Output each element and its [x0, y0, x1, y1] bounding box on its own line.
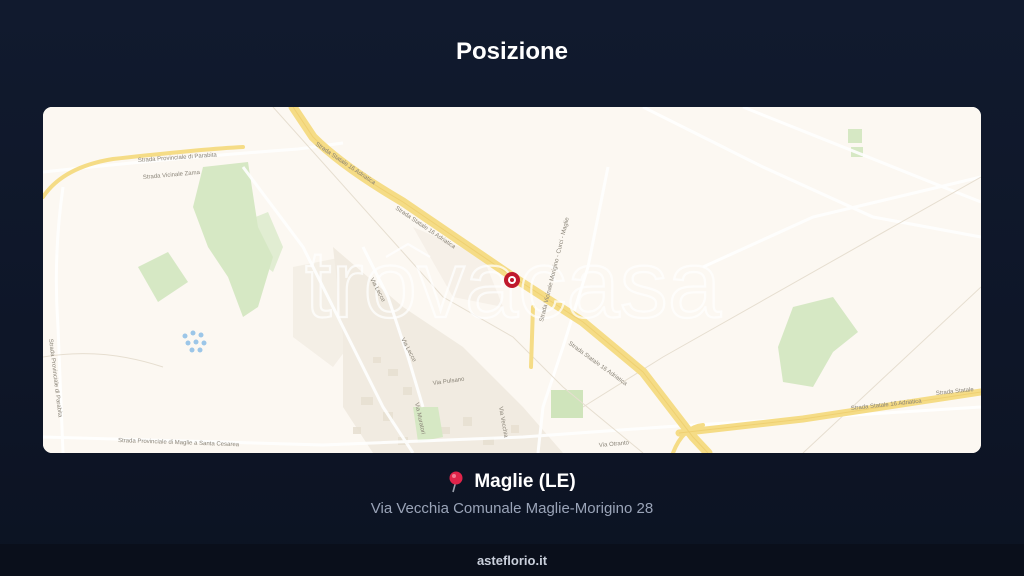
page-title: Posizione	[455, 38, 569, 65]
map-view[interactable]: trovacasa Strada Provinciale di Parabita…	[43, 107, 981, 453]
location-marker[interactable]	[504, 272, 520, 288]
location-row: Maglie (LE)	[0, 471, 1024, 493]
red-pushpin-icon	[449, 471, 463, 493]
location-address: Via Vecchia Comunale Maglie-Morigino 28	[370, 500, 654, 517]
location-city: Maglie (LE)	[474, 471, 576, 492]
footer: asteflorio.it	[0, 544, 1024, 576]
map-canvas: trovacasa Strada Provinciale di Parabita…	[43, 107, 981, 453]
footer-site[interactable]: asteflorio.it	[477, 553, 547, 568]
